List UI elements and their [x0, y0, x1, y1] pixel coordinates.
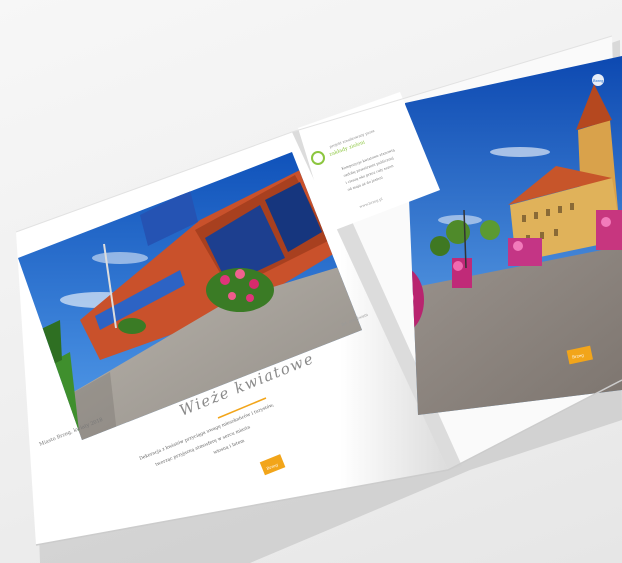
- corner-logo-text: Brzeg: [593, 79, 604, 83]
- brochure-illustration: Miasto Brzeg, kwiaty 2018 fot. archiwum …: [15, 35, 622, 563]
- brochure-scene: Miasto Brzeg, kwiaty 2018 fot. archiwum …: [0, 0, 622, 563]
